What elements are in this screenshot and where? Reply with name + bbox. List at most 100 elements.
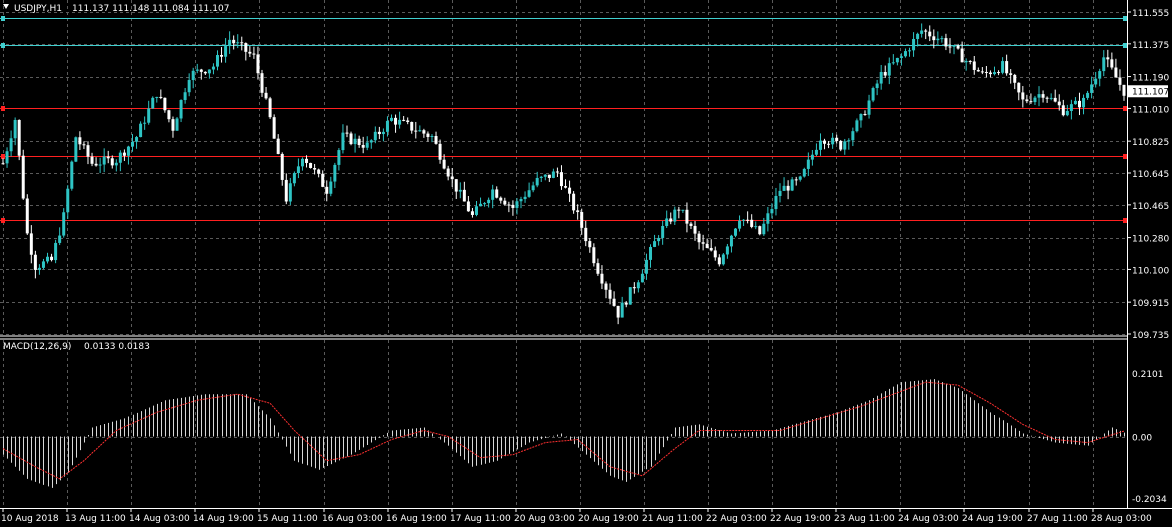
candle-body [126,146,130,156]
level-handle[interactable] [1,106,5,111]
time-tick-label: 16 Aug 03:00 [322,514,383,524]
candle-body [21,155,25,199]
level-handle[interactable] [1123,218,1127,223]
candle-body [665,218,669,226]
signal-line [2,381,1125,480]
candle-body [851,131,855,141]
candle-body [1057,101,1061,106]
trading-chart[interactable]: 111.555 111.375 111.190 111.010 110.825 110.6… [0,0,1172,527]
level-handle[interactable] [1,154,5,159]
candle-body [847,140,851,142]
candle-body [839,141,843,150]
level-handle[interactable] [1123,43,1127,48]
candle-body [244,43,248,52]
candle-body [276,138,280,154]
time-tick-label: 13 Aug 11:00 [65,514,126,524]
candle-body [944,38,948,47]
candle-body [50,256,54,261]
candle-body [1069,104,1073,111]
candle-body [139,123,143,138]
candle-body [183,92,187,101]
candle-body [390,117,394,121]
candle-body [547,174,551,178]
candle-body [284,179,288,202]
candle-body [82,144,86,146]
time-tick-label: 22 Aug 03:00 [706,514,767,524]
candle-body [511,204,515,208]
candle-body [535,177,539,186]
candle-body [1025,99,1029,102]
candle-body [835,137,839,142]
candle-body [592,247,596,264]
candle-body [972,61,976,70]
candle-body [738,220,742,229]
level-handle[interactable] [1,43,5,48]
candle-body [394,117,398,125]
price-tick-label: 111.010 [1132,105,1169,115]
candle-body [928,31,932,37]
candle-body [1090,84,1094,93]
candle-body [325,186,329,194]
candle-body [240,42,244,44]
candle-body [600,273,604,284]
price-tick-label: 110.645 [1132,170,1169,180]
candle-body [373,131,377,141]
candle-body [1114,67,1118,78]
candle-body [1029,101,1033,103]
candle-body [430,135,434,137]
candle-body [131,141,135,147]
candle-body [798,176,802,180]
macd-title: MACD(12,26,9) [3,342,71,352]
level-handle[interactable] [1,16,5,21]
candle-body [572,193,576,211]
candle-body [827,143,831,145]
candle-body [786,185,790,191]
candle-body [345,132,349,134]
time-tick-label: 20 Aug 03:00 [514,514,575,524]
candle-body [159,96,163,98]
candle-body [470,211,474,215]
candle-body [673,209,677,222]
candle-body [976,69,980,72]
candle-body [1045,97,1049,99]
time-tick-label: 16 Aug 19:00 [386,514,447,524]
candle-body [37,267,41,270]
candle-body [309,162,313,169]
candle-body [143,122,147,124]
candle-body [1122,84,1126,96]
candle-body [596,263,600,274]
candle-body [442,159,446,169]
candle-body [86,145,90,157]
candle-body [365,142,369,148]
candle-body [203,71,207,74]
level-handle[interactable] [1123,16,1127,21]
macd-histogram [3,379,1125,488]
candle-body [25,198,29,234]
level-handle[interactable] [1123,106,1127,111]
candle-body [33,254,37,270]
candle-body [381,131,385,135]
candle-body [794,179,798,181]
candle-body [479,203,483,207]
candle-body [78,137,82,145]
candle-body [814,149,818,155]
time-tick-label: 15 Aug 11:00 [257,514,318,524]
price-axis-labels: 111.555 111.375 111.190 111.010 110.825 110.6… [1127,9,1169,341]
time-axis-labels: 10 Aug 2018 13 Aug 11:00 14 Aug 03:00 14 Au… [1,508,1152,524]
candle-body [701,242,705,244]
candle-body [831,137,835,145]
candle-body [422,130,426,134]
level-handle[interactable] [1123,154,1127,159]
candle-body [527,190,531,197]
macd-header: MACD(12,26,9) 0.0133 0.0183 [3,342,150,352]
candle-body [296,166,300,174]
time-tick-label: 27 Aug 11:00 [1027,514,1088,524]
candle-body [46,256,50,262]
level-handle[interactable] [1,218,5,223]
candle-body [317,169,321,174]
candle-body [410,121,414,131]
candle-body [377,131,381,135]
candle-body [313,168,317,170]
candle-body [960,48,964,63]
candle-body [58,235,62,243]
